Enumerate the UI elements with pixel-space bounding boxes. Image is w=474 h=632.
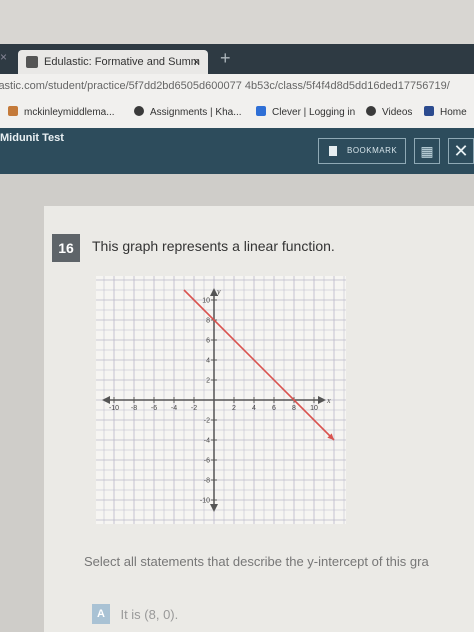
bookmarks-bar: mckinleymiddlema... Assignments | Kha...… bbox=[0, 98, 474, 129]
x-tick-label: -2 bbox=[191, 405, 197, 412]
tab-title: Edulastic: Formative and Summ bbox=[44, 56, 200, 68]
y-tick-label: 8 bbox=[206, 318, 210, 325]
option-text: It is (8, 0). bbox=[120, 606, 179, 622]
option-letter: A bbox=[92, 604, 110, 624]
y-tick-label: 6 bbox=[206, 338, 210, 345]
test-header: Midunit Test BOOKMARK ▦ ✕ bbox=[0, 128, 474, 174]
previous-tab-close[interactable]: × bbox=[0, 50, 7, 64]
exit-button[interactable]: ✕ bbox=[448, 138, 474, 164]
browser-tab-bar: × Edulastic: Formative and Summ × + bbox=[0, 44, 474, 74]
x-tick-label: 8 bbox=[292, 405, 296, 412]
answer-option-a[interactable]: A It is (8, 0). bbox=[92, 604, 178, 624]
instruction-text: Select all statements that describe the … bbox=[84, 554, 429, 569]
bookmark-home[interactable]: Home bbox=[424, 106, 467, 118]
x-tick-label: 2 bbox=[232, 405, 236, 412]
khan-academy-icon bbox=[134, 106, 144, 116]
clever-icon bbox=[256, 106, 266, 116]
x-tick-label: 10 bbox=[310, 405, 318, 412]
y-axis-label: y bbox=[216, 287, 221, 296]
y-tick-label: 4 bbox=[206, 358, 210, 365]
tab-close-icon[interactable]: × bbox=[193, 50, 200, 74]
x-tick-label: -8 bbox=[131, 405, 137, 412]
question-grid-button[interactable]: ▦ bbox=[414, 138, 440, 164]
bookmark-button[interactable]: BOOKMARK bbox=[318, 138, 406, 164]
test-title: Midunit Test bbox=[0, 132, 64, 144]
content-area: 16 This graph represents a linear functi… bbox=[0, 174, 474, 632]
r-logo-icon bbox=[424, 106, 434, 116]
x-axis-label: x bbox=[326, 396, 331, 405]
active-tab[interactable]: Edulastic: Formative and Summ × bbox=[18, 50, 208, 74]
x-tick-label: -10 bbox=[109, 405, 119, 412]
bookmark-clever[interactable]: Clever | Logging in bbox=[256, 106, 355, 118]
url-text: lastic.com/student/practice/5f7dd2bd6505… bbox=[0, 80, 450, 92]
y-tick-label: -8 bbox=[204, 478, 210, 485]
bookmark-flag-icon bbox=[329, 146, 337, 156]
bookmark-favicon-icon bbox=[8, 106, 18, 116]
videos-icon bbox=[366, 106, 376, 116]
x-tick-label: -4 bbox=[171, 405, 177, 412]
bookmark-khan[interactable]: Assignments | Kha... bbox=[134, 106, 242, 118]
y-tick-label: -4 bbox=[204, 438, 210, 445]
y-tick-label: -10 bbox=[200, 498, 210, 505]
bookmark-mckinley[interactable]: mckinleymiddlema... bbox=[8, 106, 115, 118]
question-text: This graph represents a linear function. bbox=[92, 238, 335, 254]
x-tick-label: 6 bbox=[272, 405, 276, 412]
close-icon: ✕ bbox=[453, 141, 469, 161]
y-tick-label: 2 bbox=[206, 378, 210, 385]
x-tick-label: 4 bbox=[252, 405, 256, 412]
y-tick-label: 10 bbox=[202, 298, 210, 305]
linear-function-graph: -10 -8 -6 -4 -2 2 4 6 8 10 10 8 6 4 2 -2 -4 -6 -8 -10 x y bbox=[96, 276, 346, 524]
y-tick-label: -2 bbox=[204, 418, 210, 425]
new-tab-button[interactable]: + bbox=[220, 48, 231, 69]
grid-icon: ▦ bbox=[420, 143, 434, 159]
address-bar[interactable]: lastic.com/student/practice/5f7dd2bd6505… bbox=[0, 74, 474, 98]
edulastic-favicon-icon bbox=[26, 56, 38, 68]
question-card: 16 This graph represents a linear functi… bbox=[44, 206, 474, 632]
question-number: 16 bbox=[52, 234, 80, 262]
x-tick-label: -6 bbox=[151, 405, 157, 412]
bookmark-videos[interactable]: Videos bbox=[366, 106, 412, 118]
y-tick-label: -6 bbox=[204, 458, 210, 465]
